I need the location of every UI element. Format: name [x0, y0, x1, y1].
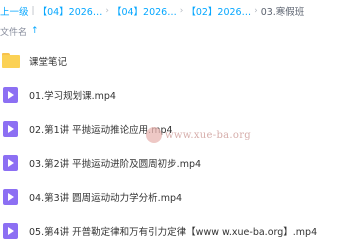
file-name: 02.第1讲 平抛运动推论应用.mp4 — [29, 125, 173, 136]
folder-icon — [2, 52, 20, 70]
video-file-icon — [2, 120, 20, 138]
file-row-video[interactable]: 01.学习规划课.mp4 — [0, 78, 340, 112]
breadcrumb-chevron-icon: › — [254, 6, 258, 16]
file-list: 课堂笔记 01.学习规划课.mp4 02.第1讲 平抛运动推论应用.mp4 03… — [0, 44, 340, 248]
file-name: 04.第3讲 圆周运动动力学分析.mp4 — [29, 193, 183, 204]
breadcrumb: 上一级 | 【04】2026… › 【04】2026… › 【02】2026… … — [0, 0, 340, 22]
breadcrumb-back[interactable]: 上一级 — [0, 4, 29, 18]
breadcrumb-chevron-icon: › — [179, 6, 184, 16]
file-row-video[interactable]: 05.第4讲 开普勒定律和万有引力定律【www w.xue-ba.org】.mp… — [0, 214, 340, 248]
video-file-icon — [2, 86, 20, 104]
breadcrumb-item-3[interactable]: 【02】2026… — [186, 4, 251, 18]
file-row-video[interactable]: 02.第1讲 平抛运动推论应用.mp4 — [0, 112, 340, 146]
video-file-icon — [2, 222, 20, 240]
breadcrumb-chevron-icon: › — [105, 6, 109, 16]
file-row-video[interactable]: 04.第3讲 圆周运动动力学分析.mp4 — [0, 180, 340, 214]
file-name: 03.第2讲 平抛运动进阶及圆周初步.mp4 — [29, 159, 202, 170]
file-name: 05.第4讲 开普勒定律和万有引力定律【www w.xue-ba.org】.mp… — [29, 227, 318, 238]
file-name: 课堂笔记 — [29, 57, 68, 68]
file-list-header: 文件名 ↑ — [0, 22, 340, 40]
video-file-icon — [2, 154, 20, 172]
breadcrumb-separator: | — [31, 6, 35, 16]
file-name: 01.学习规划课.mp4 — [29, 91, 116, 102]
sort-arrow-up-icon[interactable]: ↑ — [31, 26, 39, 36]
video-file-icon — [2, 188, 20, 206]
file-row-video[interactable]: 03.第2讲 平抛运动进阶及圆周初步.mp4 — [0, 146, 340, 180]
breadcrumb-current: 03.寒假班 — [260, 7, 305, 18]
breadcrumb-item-2[interactable]: 【04】2026… — [112, 4, 177, 18]
file-row-folder[interactable]: 课堂笔记 — [0, 44, 340, 78]
breadcrumb-item-1[interactable]: 【04】2026… — [38, 4, 103, 18]
column-header-name[interactable]: 文件名 — [0, 25, 27, 38]
